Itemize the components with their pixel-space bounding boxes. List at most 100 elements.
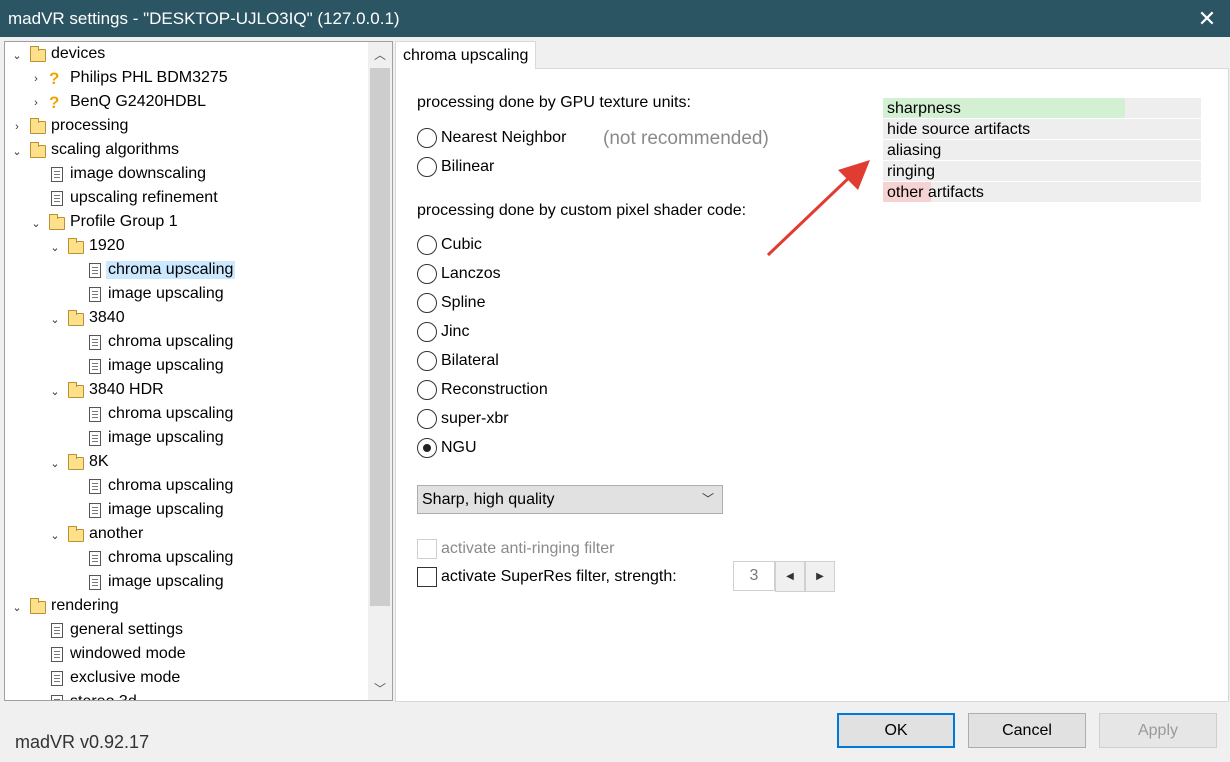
radio-jinc[interactable]: Jinc <box>417 321 469 343</box>
apply-button[interactable]: Apply <box>1099 713 1217 748</box>
radio-bilateral[interactable]: Bilateral <box>417 350 499 372</box>
tree-item-label: Profile Group 1 <box>70 213 178 230</box>
tree-item[interactable]: windowed mode <box>5 643 365 667</box>
tree-item-label: general settings <box>70 621 183 638</box>
expand-chevron-icon[interactable]: ⌄ <box>48 307 62 331</box>
close-icon[interactable]: ✕ <box>1184 0 1230 37</box>
scroll-down-icon[interactable]: ﹀ <box>368 676 392 700</box>
tree-item[interactable]: upscaling refinement <box>5 187 365 211</box>
collapsed-chevron-icon[interactable]: › <box>29 91 43 115</box>
folder-icon <box>30 598 46 615</box>
radio-icon[interactable] <box>417 409 437 429</box>
tree-item[interactable]: ›? BenQ G2420HDBL <box>5 91 365 115</box>
radio-icon[interactable] <box>417 293 437 313</box>
superres-checkbox[interactable]: activate SuperRes filter, strength: <box>417 566 677 588</box>
decrease-arrow-icon[interactable]: ◀ <box>775 561 805 592</box>
tree-item-label: image upscaling <box>108 501 224 518</box>
tree-item[interactable]: ⌄ scaling algorithms <box>5 139 365 163</box>
radio-icon[interactable] <box>417 322 437 342</box>
collapsed-chevron-icon[interactable]: › <box>29 67 43 91</box>
anti-ringing-checkbox[interactable]: activate anti-ringing filter <box>417 538 614 560</box>
radio-super-xbr[interactable]: super-xbr <box>417 408 509 430</box>
settings-tree[interactable]: ⌄ devices ›? Philips PHL BDM3275 ›? BenQ G242… <box>4 41 393 701</box>
version-label: madVR v0.92.17 <box>15 732 150 752</box>
radio-label: Bilateral <box>441 352 499 369</box>
radio-nearest-neighbor[interactable]: Nearest Neighbor <box>417 127 566 149</box>
radio-icon[interactable] <box>417 264 437 284</box>
tree-item[interactable]: ⌄ another <box>5 523 365 547</box>
expand-chevron-icon[interactable]: ⌄ <box>48 451 62 475</box>
checkbox-icon[interactable] <box>417 539 437 559</box>
radio-icon[interactable] <box>417 351 437 371</box>
radio-icon[interactable] <box>417 438 437 458</box>
page-icon <box>49 191 65 207</box>
radio-lanczos[interactable]: Lanczos <box>417 263 501 285</box>
scroll-up-icon[interactable]: ︿ <box>368 42 392 66</box>
tree-item[interactable]: chroma upscaling <box>5 259 365 283</box>
tree-item[interactable]: ⌄ Profile Group 1 <box>5 211 365 235</box>
folder-icon <box>68 526 84 543</box>
title-bar: madVR settings - "DESKTOP-UJLO3IQ" (127.… <box>0 0 1230 37</box>
expand-chevron-icon[interactable]: ⌄ <box>48 379 62 403</box>
tree-item[interactable]: image upscaling <box>5 427 365 451</box>
radio-reconstruction[interactable]: Reconstruction <box>417 379 548 401</box>
tree-item-label: chroma upscaling <box>108 549 234 566</box>
radio-icon[interactable] <box>417 235 437 255</box>
page-icon <box>49 623 65 639</box>
tree-item-label: image upscaling <box>108 429 224 446</box>
tree-item[interactable]: ⌄ devices <box>5 43 365 67</box>
tree-item[interactable]: ⌄ 3840 HDR <box>5 379 365 403</box>
scroll-thumb[interactable] <box>370 68 390 606</box>
radio-ngu[interactable]: NGU <box>417 437 477 459</box>
tree-item[interactable]: image downscaling <box>5 163 365 187</box>
tree-item[interactable]: image upscaling <box>5 571 365 595</box>
radio-cubic[interactable]: Cubic <box>417 234 482 256</box>
increase-arrow-icon[interactable]: ▶ <box>805 561 835 592</box>
radio-bilinear[interactable]: Bilinear <box>417 156 494 178</box>
collapsed-chevron-icon[interactable]: › <box>10 115 24 139</box>
tree-item[interactable]: chroma upscaling <box>5 331 365 355</box>
radio-spline[interactable]: Spline <box>417 292 485 314</box>
tree-item[interactable]: ⌄ 8K <box>5 451 365 475</box>
expand-chevron-icon[interactable]: ⌄ <box>10 139 24 163</box>
tree-item[interactable]: exclusive mode <box>5 667 365 691</box>
quality-select-value: Sharp, high quality <box>422 490 555 508</box>
folder-icon <box>30 142 46 159</box>
tab-chroma-upscaling[interactable]: chroma upscaling <box>395 41 537 69</box>
cancel-button[interactable]: Cancel <box>968 713 1086 748</box>
radio-icon[interactable] <box>417 157 437 177</box>
tree-item[interactable]: chroma upscaling <box>5 547 365 571</box>
tree-item[interactable]: ›? Philips PHL BDM3275 <box>5 67 365 91</box>
tree-item[interactable]: stereo 3d <box>5 691 365 700</box>
ok-button[interactable]: OK <box>837 713 955 748</box>
tree-item[interactable]: chroma upscaling <box>5 403 365 427</box>
expand-chevron-icon[interactable]: ⌄ <box>48 523 62 547</box>
folder-icon <box>68 382 84 399</box>
quality-bar-label: ringing <box>887 163 936 180</box>
tree-item[interactable]: image upscaling <box>5 355 365 379</box>
tree-item[interactable]: image upscaling <box>5 499 365 523</box>
question-icon: ? <box>49 93 60 112</box>
quality-select[interactable]: Sharp, high quality ﹀ <box>417 485 723 514</box>
radio-icon[interactable] <box>417 128 437 148</box>
checkbox-icon[interactable] <box>417 567 437 587</box>
tree-item[interactable]: image upscaling <box>5 283 365 307</box>
expand-chevron-icon[interactable]: ⌄ <box>29 211 43 235</box>
tree-item[interactable]: ⌄ rendering <box>5 595 365 619</box>
page-icon <box>49 167 65 183</box>
page-icon <box>87 503 103 519</box>
tree-item[interactable]: chroma upscaling <box>5 475 365 499</box>
tree-item[interactable]: ⌄ 3840 <box>5 307 365 331</box>
superres-strength-field[interactable]: 3 <box>733 561 775 591</box>
radio-label: NGU <box>441 439 477 456</box>
tree-item[interactable]: ⌄ 1920 <box>5 235 365 259</box>
quality-bar: sharpness <box>883 98 1201 118</box>
expand-chevron-icon[interactable]: ⌄ <box>10 43 24 67</box>
expand-chevron-icon[interactable]: ⌄ <box>10 595 24 619</box>
tree-item[interactable]: › processing <box>5 115 365 139</box>
tree-scrollbar[interactable]: ︿ ﹀ <box>368 42 392 700</box>
tree-item[interactable]: general settings <box>5 619 365 643</box>
radio-label: super-xbr <box>441 410 509 427</box>
radio-icon[interactable] <box>417 380 437 400</box>
expand-chevron-icon[interactable]: ⌄ <box>48 235 62 259</box>
